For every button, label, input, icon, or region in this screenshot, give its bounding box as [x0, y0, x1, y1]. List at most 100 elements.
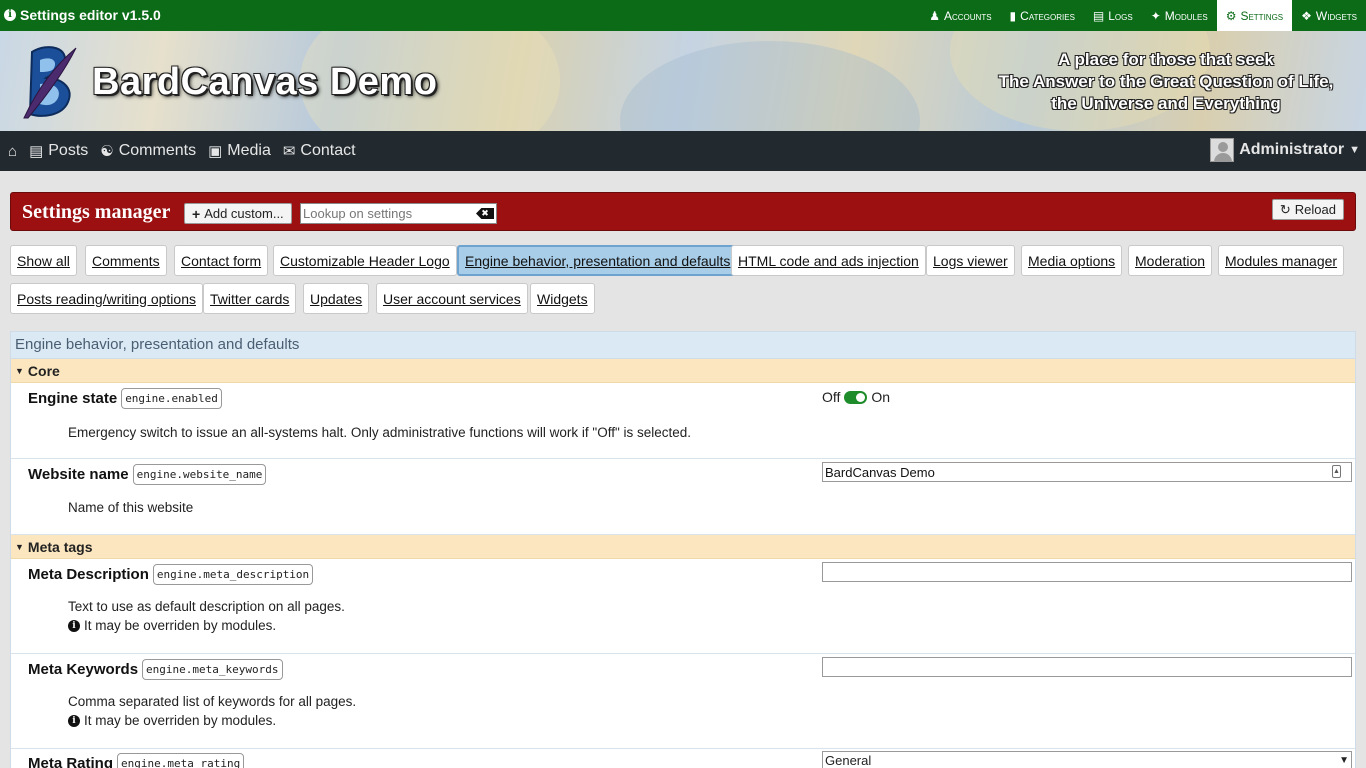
setting-title: Website name: [28, 466, 129, 483]
engine-state-toggle[interactable]: [844, 390, 868, 404]
caret-down-icon: ▼: [15, 541, 24, 552]
filter-logs-viewer[interactable]: Logs viewer: [926, 245, 1015, 276]
admin-menu-accounts[interactable]: ♟ Accounts: [920, 0, 1000, 31]
setting-description: Comma separated list of keywords for all…: [68, 692, 356, 730]
main-nav: ⌂ ▤ Posts ☯ Comments ▣ Media ✉ Contact A…: [0, 131, 1366, 171]
filter-moderation[interactable]: Moderation: [1128, 245, 1213, 276]
setting-label: Website name engine.website_name: [28, 464, 267, 485]
gears-icon: ⚙: [1225, 8, 1237, 23]
setting-title: Meta Keywords: [28, 661, 139, 678]
meta-description-input[interactable]: [822, 562, 1352, 582]
puzzle-icon: ✦: [1150, 8, 1161, 23]
note-text: It may be overriden by modules.: [84, 618, 277, 633]
admin-menu-widgets[interactable]: ❖ Widgets: [1292, 0, 1366, 31]
lookup-input[interactable]: [301, 204, 471, 223]
chevron-down-icon: ▼: [1339, 755, 1349, 766]
envelope-icon: ✉: [282, 143, 296, 160]
nav-label: Posts: [48, 142, 89, 159]
setting-key: engine.meta_rating: [117, 753, 245, 768]
description-note: i It may be overriden by modules.: [68, 616, 345, 635]
engine-state-toggle-group: Off On: [822, 389, 890, 405]
folder-icon: ▮: [1009, 8, 1017, 23]
select-value: General: [825, 753, 872, 768]
setting-key: engine.meta_keywords: [142, 659, 283, 680]
clear-search-icon[interactable]: ✖: [476, 208, 494, 219]
setting-label: Meta Description engine.meta_description: [28, 564, 314, 585]
setting-description: Emergency switch to issue an all-systems…: [68, 425, 692, 440]
meta-description-control: [822, 562, 1352, 582]
admin-menu-logs[interactable]: ▤ Logs: [1084, 0, 1142, 31]
section-core[interactable]: ▼ Core: [11, 359, 1355, 383]
content-area: Settings manager + Add custom... ✖ ↻ Rel…: [0, 171, 1366, 768]
input-spinner-icon[interactable]: ▲: [1332, 465, 1341, 478]
info-icon: i: [68, 619, 80, 632]
setting-key: engine.enabled: [121, 388, 222, 409]
section-label: Core: [27, 362, 60, 379]
site-logo-icon[interactable]: [18, 42, 80, 120]
nav-comments[interactable]: ☯ Comments: [100, 142, 196, 160]
filter-html-code-ads[interactable]: HTML code and ads injection: [731, 245, 926, 276]
nav-home[interactable]: ⌂: [8, 143, 17, 160]
nav-media[interactable]: ▣ Media: [208, 142, 271, 160]
description-text: Text to use as default description on al…: [68, 599, 345, 614]
filter-engine-behavior[interactable]: Engine behavior, presentation and defaul…: [457, 245, 739, 276]
nav-contact[interactable]: ✉ Contact: [283, 142, 356, 160]
site-title[interactable]: BardCanvas Demo: [92, 61, 437, 104]
user-name: Administrator: [1239, 141, 1345, 158]
filter-user-account-services[interactable]: User account services: [376, 283, 528, 314]
filter-posts-reading-writing[interactable]: Posts reading/writing options: [10, 283, 203, 314]
meta-rating-control: General ▼: [822, 751, 1352, 768]
toggle-on-label: On: [871, 389, 891, 405]
filter-media-options[interactable]: Media options: [1021, 245, 1123, 276]
filter-modules-manager[interactable]: Modules manager: [1218, 245, 1345, 276]
filter-show-all[interactable]: Show all: [10, 245, 77, 276]
image-icon: ▣: [208, 143, 223, 160]
filter-customizable-header-logo[interactable]: Customizable Header Logo: [273, 245, 457, 276]
meta-keywords-input[interactable]: [822, 657, 1352, 677]
info-icon: i: [68, 714, 80, 727]
filter-updates[interactable]: Updates: [303, 283, 370, 314]
description-note: i It may be overriden by modules.: [68, 711, 356, 730]
filter-contact-form[interactable]: Contact form: [174, 245, 269, 276]
setting-meta-keywords: Meta Keywords engine.meta_keywords Comma…: [11, 654, 1355, 749]
admin-menu-modules[interactable]: ✦ Modules: [1142, 0, 1217, 31]
admin-menu-label: Modules: [1164, 8, 1208, 23]
comments-icon: ☯: [100, 143, 114, 160]
setting-description: Name of this website: [68, 500, 194, 515]
chevron-down-icon: ▼: [1349, 144, 1360, 156]
add-custom-button[interactable]: + Add custom...: [184, 203, 292, 224]
main-nav-items: ⌂ ▤ Posts ☯ Comments ▣ Media ✉ Contact: [8, 131, 368, 171]
website-name-input[interactable]: BardCanvas Demo ▲: [822, 462, 1352, 482]
admin-menu-categories[interactable]: ▮ Categories: [1001, 0, 1084, 31]
caret-down-icon: ▼: [15, 365, 24, 376]
reload-button[interactable]: ↻ Reload: [1271, 199, 1344, 220]
tagline-line: the Universe and Everything: [1051, 94, 1281, 113]
nav-posts[interactable]: ▤ Posts: [29, 142, 88, 160]
tagline-line: The Answer to the Great Question of Life…: [998, 72, 1334, 91]
setting-meta-rating: Meta Rating engine.meta_rating General ▼: [11, 749, 1355, 768]
setting-title: Meta Description: [28, 566, 149, 583]
section-label: Meta tags: [27, 538, 93, 555]
site-header: BardCanvas Demo A place for those that s…: [0, 31, 1366, 131]
meta-keywords-control: [822, 657, 1352, 677]
website-name-control: BardCanvas Demo ▲: [822, 462, 1352, 482]
setting-meta-description: Meta Description engine.meta_description…: [11, 559, 1355, 654]
input-value: BardCanvas Demo: [825, 464, 935, 480]
setting-key: engine.meta_description: [152, 564, 314, 585]
filter-comments[interactable]: Comments: [85, 245, 167, 276]
file-icon: ▤: [1092, 8, 1105, 23]
filter-widgets[interactable]: Widgets: [530, 283, 595, 314]
section-meta-tags[interactable]: ▼ Meta tags: [11, 535, 1355, 559]
meta-rating-select[interactable]: General ▼: [822, 751, 1352, 768]
admin-menu-settings[interactable]: ⚙ Settings: [1216, 0, 1293, 31]
description-text: Comma separated list of keywords for all…: [68, 694, 357, 709]
settings-panel: Engine behavior, presentation and defaul…: [10, 331, 1356, 768]
setting-title: Meta Rating: [28, 755, 114, 768]
info-icon: i: [4, 9, 16, 21]
setting-label: Meta Rating engine.meta_rating: [28, 753, 245, 768]
refresh-icon: ↻: [1279, 201, 1291, 217]
user-menu[interactable]: Administrator ▼: [1210, 138, 1360, 162]
avatar: [1210, 138, 1235, 162]
settings-manager-title: Settings manager: [22, 201, 171, 223]
filter-twitter-cards[interactable]: Twitter cards: [203, 283, 297, 314]
